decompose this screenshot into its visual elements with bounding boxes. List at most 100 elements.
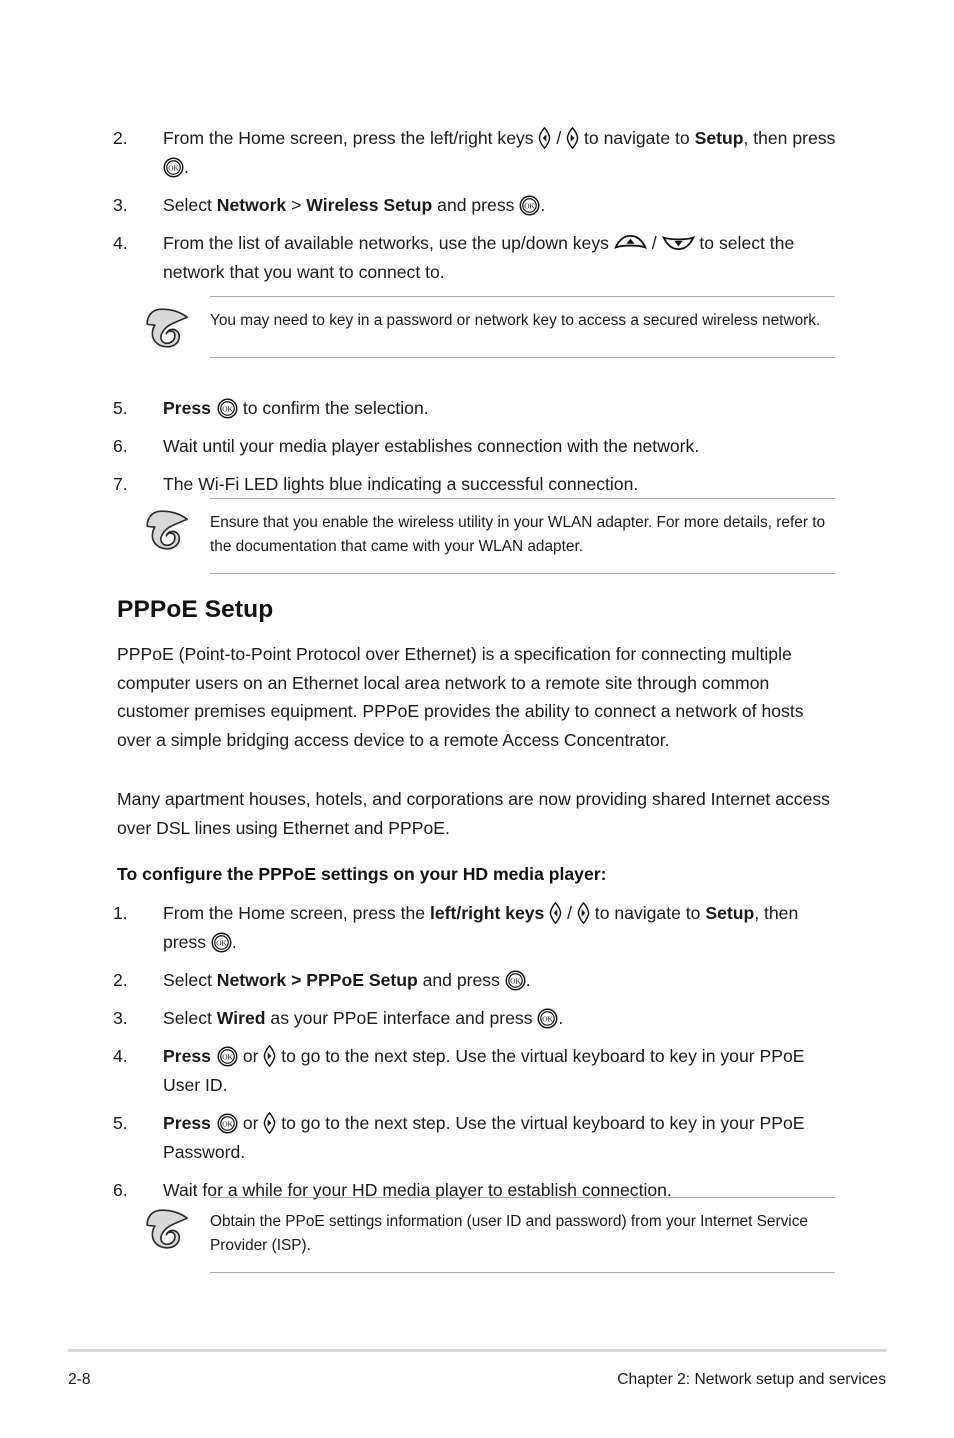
right-key-icon (566, 127, 579, 149)
down-key-icon (662, 234, 695, 251)
note-pencil-icon (140, 499, 210, 559)
step-text-fragment: or (237, 1113, 264, 1133)
step-text-fragment: Select (163, 195, 217, 215)
left-right-keys-term: left/right keys (429, 903, 545, 923)
step-item: 2. Select Network > PPPoE Setup and pres… (113, 966, 843, 995)
left-key-icon (549, 902, 562, 924)
wireless-steps-group-a: 2. From the Home screen, press the left/… (113, 124, 843, 287)
ok-key-icon (217, 1046, 238, 1067)
step-text: Press or to go to the next step. Use the… (163, 1042, 843, 1100)
step-text-fragment: . (184, 157, 189, 177)
step-number: 2. (113, 128, 128, 148)
step-text-fragment: to navigate to (589, 903, 706, 923)
ok-key-icon (519, 195, 540, 216)
right-key-icon (263, 1112, 276, 1134)
ok-key-icon (217, 1113, 238, 1134)
step-text-fragment: . (525, 970, 531, 990)
step-text-fragment: . (231, 932, 237, 952)
step-text: Select Network > PPPoE Setup and press . (163, 966, 843, 995)
step-text: From the Home screen, press the left/rig… (163, 124, 843, 182)
step-text: The Wi-Fi LED lights blue indicating a s… (163, 474, 639, 494)
step-item: 4. From the list of available networks, … (113, 229, 843, 287)
ok-key-icon (505, 970, 526, 991)
step-number: 5. (113, 1113, 128, 1133)
step-text-fragment: and press (417, 970, 505, 990)
note-bottom-rule (210, 1272, 835, 1273)
step-text: Wait until your media player establishes… (163, 436, 700, 456)
step-item: 5. Press or to go to the next step. Use … (113, 1109, 843, 1167)
document-page: OK 2. From the Home screen, press the le… (0, 0, 954, 1438)
step-text-fragment: . (540, 195, 546, 215)
step-item: 2. From the Home screen, press the left/… (113, 124, 843, 182)
note-text: You may need to key in a password or net… (210, 312, 821, 329)
step-text-fragment: Select (163, 1008, 217, 1028)
left-key-icon (538, 127, 551, 149)
step-number: 3. (113, 1008, 128, 1028)
footer-chapter-title: Chapter 2: Network setup and services (617, 1371, 886, 1388)
ok-key-icon (211, 932, 232, 953)
step-text: Press or to go to the next step. Use the… (163, 1109, 843, 1167)
step-item: 6. Wait until your media player establis… (113, 432, 843, 461)
network-term: Network (216, 195, 287, 215)
step-text-fragment: From the Home screen, press the (163, 903, 430, 923)
press-term: Press (163, 1113, 211, 1133)
ok-key-icon (217, 398, 238, 419)
note-text: Obtain the PPoE settings information (us… (210, 1213, 808, 1254)
note-bottom-rule (210, 573, 835, 574)
footer-page-number: 2-8 (68, 1371, 91, 1388)
page-footer: 2-8 Chapter 2: Network setup and service… (68, 1371, 886, 1389)
setup-term: Setup (705, 903, 755, 923)
step-text: Select Network > Wireless Setup and pres… (163, 191, 843, 220)
footer-divider (68, 1349, 886, 1352)
step-text-fragment: From the list of available networks, use… (163, 233, 614, 253)
step-text-fragment: to navigate to (579, 128, 695, 148)
step-item: 3. Select Wired as your PPoE interface a… (113, 1004, 843, 1033)
step-text-fragment: > (286, 195, 307, 215)
note-wireless-password: You may need to key in a password or net… (140, 296, 835, 358)
press-term: Press (163, 1046, 211, 1066)
step-text-fragment: Select (163, 970, 217, 990)
step-number: 5. (113, 398, 128, 418)
wireless-setup-term: Wireless Setup (306, 195, 433, 215)
step-item: 3. Select Network > Wireless Setup and p… (113, 191, 843, 220)
network-pppoe-setup-term: Network > PPPoE Setup (216, 970, 418, 990)
press-term: Press (163, 398, 211, 418)
note-wlan-utility: Ensure that you enable the wireless util… (140, 498, 835, 574)
ok-key-icon (537, 1008, 558, 1029)
note-pencil-icon (140, 297, 210, 357)
step-text-fragment: as your PPoE interface and press (265, 1008, 538, 1028)
step-item: 7. The Wi-Fi LED lights blue indicating … (113, 470, 843, 499)
step-text: Press to confirm the selection. (163, 394, 843, 423)
step-text-fragment: or (237, 1046, 264, 1066)
wireless-steps-group-b: 5. Press to confirm the selection. 6. Wa… (113, 394, 843, 499)
note-text: Ensure that you enable the wireless util… (210, 514, 826, 555)
step-number: 6. (113, 436, 128, 456)
step-number: 3. (113, 195, 128, 215)
step-number: 7. (113, 474, 128, 494)
step-text-fragment: From the Home screen, press the left/rig… (163, 128, 539, 148)
step-text-fragment: / (562, 903, 577, 923)
right-key-icon (577, 902, 590, 924)
note-isp-settings: Obtain the PPoE settings information (us… (140, 1197, 835, 1273)
right-key-icon (263, 1045, 276, 1067)
pppoe-configure-lead-in: To configure the PPPoE settings on your … (117, 864, 607, 884)
page-title-pppoe-setup: PPPoE Setup (117, 596, 274, 623)
step-text-fragment: / (646, 233, 662, 253)
step-text: Select Wired as your PPoE interface and … (163, 1004, 843, 1033)
step-text-fragment: / (551, 128, 567, 148)
step-number: 2. (113, 970, 128, 990)
step-number: 4. (113, 233, 128, 253)
up-key-icon (614, 234, 647, 251)
ok-key-icon (163, 157, 184, 178)
step-text: From the Home screen, press the left/rig… (163, 899, 843, 957)
step-text-fragment: to confirm the selection. (237, 398, 429, 418)
step-text: From the list of available networks, use… (163, 229, 843, 287)
step-number: 4. (113, 1046, 128, 1066)
step-item: 5. Press to confirm the selection. (113, 394, 843, 423)
step-text-fragment: . (558, 1008, 564, 1028)
step-text-fragment: and press (432, 195, 520, 215)
pppoe-availability-paragraph: Many apartment houses, hotels, and corpo… (117, 789, 830, 838)
step-item: 1. From the Home screen, press the left/… (113, 899, 843, 957)
step-item: 4. Press or to go to the next step. Use … (113, 1042, 843, 1100)
note-bottom-rule (210, 357, 835, 358)
